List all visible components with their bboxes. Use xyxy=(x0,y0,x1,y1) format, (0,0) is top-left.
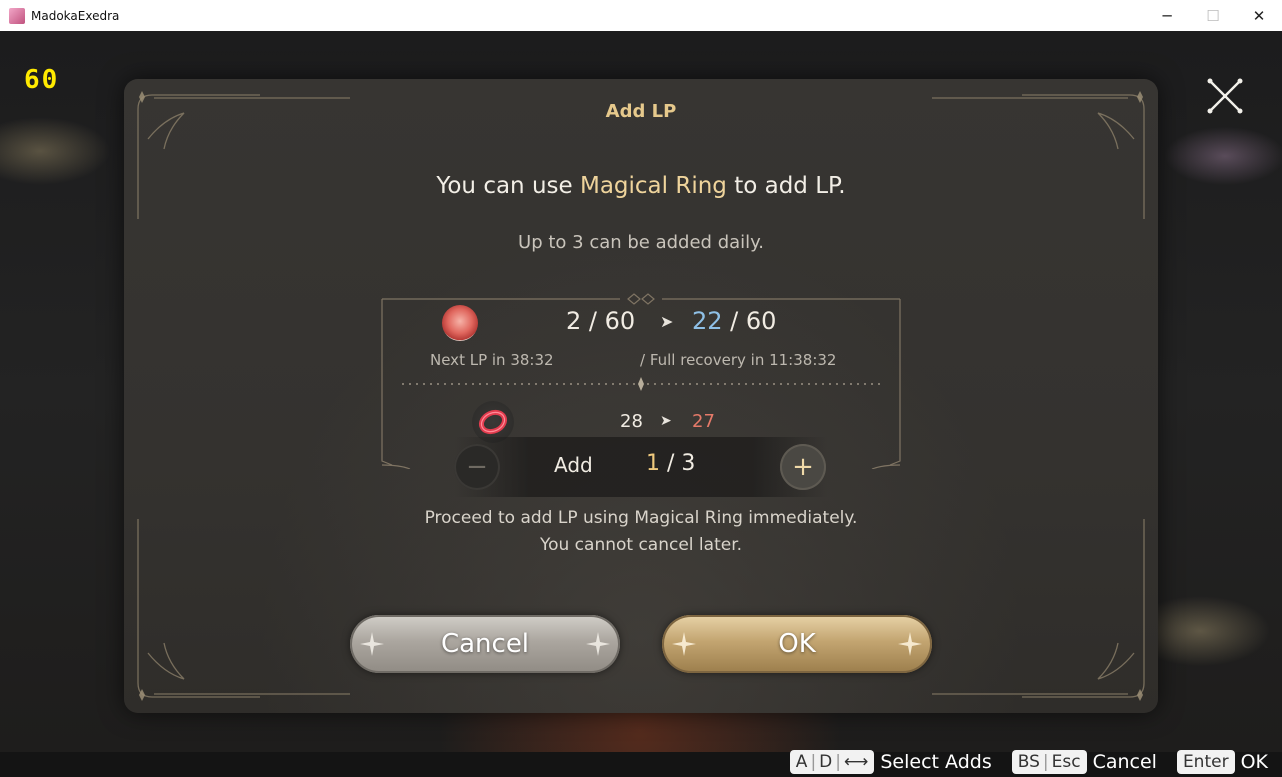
lp-current: 2 / 60 xyxy=(566,307,636,335)
lp-icon xyxy=(442,305,478,341)
cancel-button-label: Cancel xyxy=(440,629,530,659)
maximize-button[interactable]: ☐ xyxy=(1190,0,1236,31)
key-esc: Esc xyxy=(1051,752,1081,772)
ok-button[interactable]: OK xyxy=(662,615,932,673)
dialog-title: Add LP xyxy=(605,101,677,122)
cancel-button[interactable]: Cancel xyxy=(350,615,620,673)
ok-key: Enter xyxy=(1176,750,1235,774)
next-lp-timer: Next LP in 38:32 xyxy=(430,351,554,369)
select-adds-key: A | D | ⟷ xyxy=(789,750,875,774)
confirmation-line-1: Proceed to add LP using Magical Ring imm… xyxy=(424,508,858,528)
fps-counter: 60 xyxy=(24,65,60,95)
sparkle-icon xyxy=(898,632,922,656)
confirmation-notice: Proceed to add LP using Magical Ring imm… xyxy=(124,505,1158,559)
app-icon xyxy=(9,7,25,24)
sparkle-icon xyxy=(586,632,610,656)
cancel-hint: Cancel xyxy=(1092,751,1157,773)
add-count-current: 1 xyxy=(646,451,660,476)
dialog-headline: You can use Magical Ring to add LP. xyxy=(124,173,1158,199)
ring-after: 27 xyxy=(692,411,715,432)
add-quantity-row: − Add 1 / 3 + xyxy=(454,437,828,497)
daily-limit-text: Up to 3 can be added daily. xyxy=(518,232,764,253)
increase-button[interactable]: + xyxy=(780,444,826,490)
lp-after-max: / 60 xyxy=(722,307,777,335)
cancel-key: BS | Esc xyxy=(1011,750,1087,774)
decrease-button[interactable]: − xyxy=(454,444,500,490)
close-dialog-icon[interactable] xyxy=(1205,76,1245,116)
key-d: D xyxy=(819,752,833,772)
sparkle-icon xyxy=(672,632,696,656)
lp-after-value: 22 xyxy=(692,307,723,335)
confirmation-line-2: You cannot cancel later. xyxy=(539,535,743,555)
headline-prefix: You can use xyxy=(436,173,580,199)
left-right-arrow-icon: ⟷ xyxy=(844,752,869,772)
add-label: Add xyxy=(554,453,593,477)
headline-suffix: to add LP. xyxy=(726,173,846,199)
ok-hint: OK xyxy=(1240,751,1268,773)
close-window-button[interactable]: ✕ xyxy=(1236,0,1282,31)
ring-current: 28 xyxy=(620,411,643,432)
game-viewport: 60 Add LP You can use Magical Ring to ad… xyxy=(0,31,1282,774)
ring-arrow-icon: ➤ xyxy=(660,413,672,429)
add-count: 1 / 3 xyxy=(646,451,695,476)
select-adds-hint: Select Adds xyxy=(880,751,992,773)
add-lp-dialog: Add LP You can use Magical Ring to add L… xyxy=(124,79,1158,713)
ok-button-label: OK xyxy=(778,629,816,659)
full-recovery-timer: / Full recovery in 11:38:32 xyxy=(640,351,837,369)
window-controls: ─ ☐ ✕ xyxy=(1144,0,1282,31)
add-count-max: / 3 xyxy=(660,451,696,476)
minimize-button[interactable]: ─ xyxy=(1144,0,1190,31)
window-title: MadokaExedra xyxy=(31,8,120,23)
lp-arrow-icon: ➤ xyxy=(660,312,674,331)
sparkle-icon xyxy=(360,632,384,656)
key-a: A xyxy=(795,752,808,772)
headline-item-name: Magical Ring xyxy=(579,173,727,199)
key-enter: Enter xyxy=(1182,752,1229,772)
key-bs: BS xyxy=(1017,752,1040,772)
lp-after: 22 / 60 xyxy=(692,307,776,335)
window-titlebar: MadokaExedra ─ ☐ ✕ xyxy=(0,0,1282,32)
